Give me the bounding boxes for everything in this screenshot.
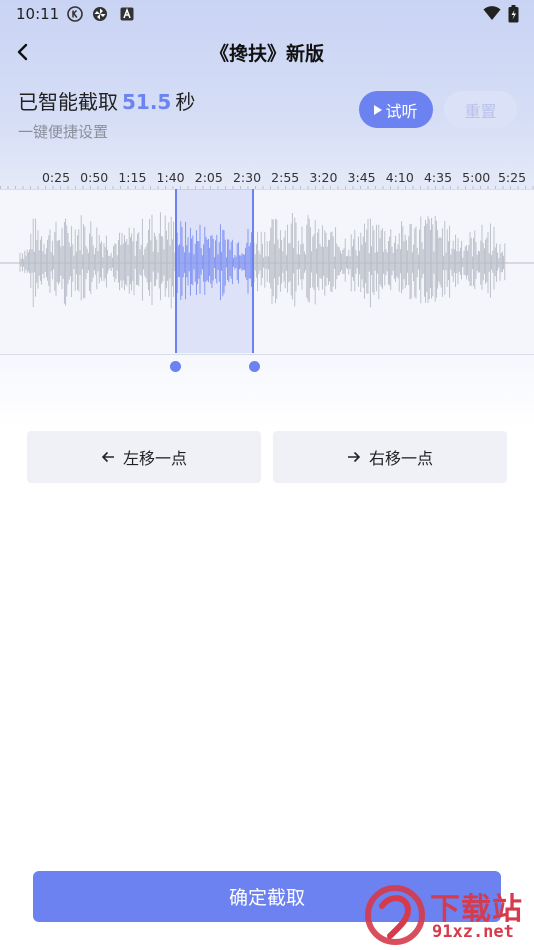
preview-play-button[interactable]: 试听 bbox=[359, 91, 433, 128]
arrow-right-icon bbox=[347, 451, 361, 463]
move-right-label: 右移一点 bbox=[368, 449, 433, 468]
reset-button[interactable]: 重置 bbox=[444, 91, 517, 128]
selection-end-handle[interactable] bbox=[249, 361, 260, 372]
battery-icon bbox=[508, 5, 519, 23]
waveform-area[interactable] bbox=[0, 189, 534, 355]
play-icon bbox=[374, 104, 383, 115]
move-left-label: 左移一点 bbox=[122, 449, 187, 468]
clip-prefix: 已智能截取 bbox=[18, 90, 118, 114]
timeline-tick-label: 1:15 bbox=[118, 170, 147, 185]
a-icon bbox=[120, 7, 134, 21]
selection-range[interactable] bbox=[175, 189, 254, 353]
timeline-tick-label: 0:50 bbox=[80, 170, 109, 185]
pinwheel-icon bbox=[93, 7, 107, 21]
move-left-button[interactable]: 左移一点 bbox=[27, 431, 261, 483]
waveform-bars bbox=[19, 212, 506, 309]
timeline-tick-label: 4:10 bbox=[385, 170, 414, 185]
waveform bbox=[0, 212, 534, 309]
timeline-tick-label: 2:30 bbox=[232, 170, 262, 185]
page-title: 《搀扶》新版 bbox=[209, 43, 324, 65]
clip-subtitle: 一键便捷设置 bbox=[18, 123, 109, 141]
status-time: 10:11 bbox=[16, 5, 60, 23]
wifi-icon bbox=[483, 6, 501, 20]
clip-duration-line: 已智能截取 51.5 秒 bbox=[18, 86, 195, 115]
timeline-tick-label: 3:20 bbox=[309, 170, 338, 185]
timeline-tick-label: 0:25 bbox=[41, 170, 71, 185]
watermark-text-2: 91xz.net bbox=[432, 922, 514, 942]
clip-duration-value: 51.5 bbox=[122, 90, 172, 114]
watermark: 下载站 91xz.net bbox=[360, 880, 534, 950]
clip-duration-unit: 秒 bbox=[175, 90, 196, 114]
status-bar: 10:11 bbox=[0, 0, 534, 28]
watermark-logo bbox=[365, 885, 425, 945]
k-icon bbox=[67, 6, 83, 22]
selection-start-handle[interactable] bbox=[170, 361, 181, 372]
timeline-tick-label: 2:05 bbox=[194, 170, 223, 185]
move-right-button[interactable]: 右移一点 bbox=[273, 431, 507, 483]
clip-info: 已智能截取 51.5 秒 一键便捷设置 bbox=[18, 86, 195, 142]
timeline-tick-label: 3:45 bbox=[347, 170, 376, 185]
timeline-tick-label: 1:40 bbox=[156, 170, 185, 185]
arrow-left-icon bbox=[101, 451, 114, 463]
timeline-tick-label: 4:35 bbox=[423, 170, 453, 185]
timeline-tick-label: 5:25 bbox=[497, 170, 527, 185]
timeline-tick-label: 2:55 bbox=[271, 170, 300, 185]
app-header: 《搀扶》新版 bbox=[0, 32, 534, 72]
timeline-tick-label: 5:00 bbox=[462, 170, 491, 185]
preview-play-label: 试听 bbox=[385, 101, 418, 121]
